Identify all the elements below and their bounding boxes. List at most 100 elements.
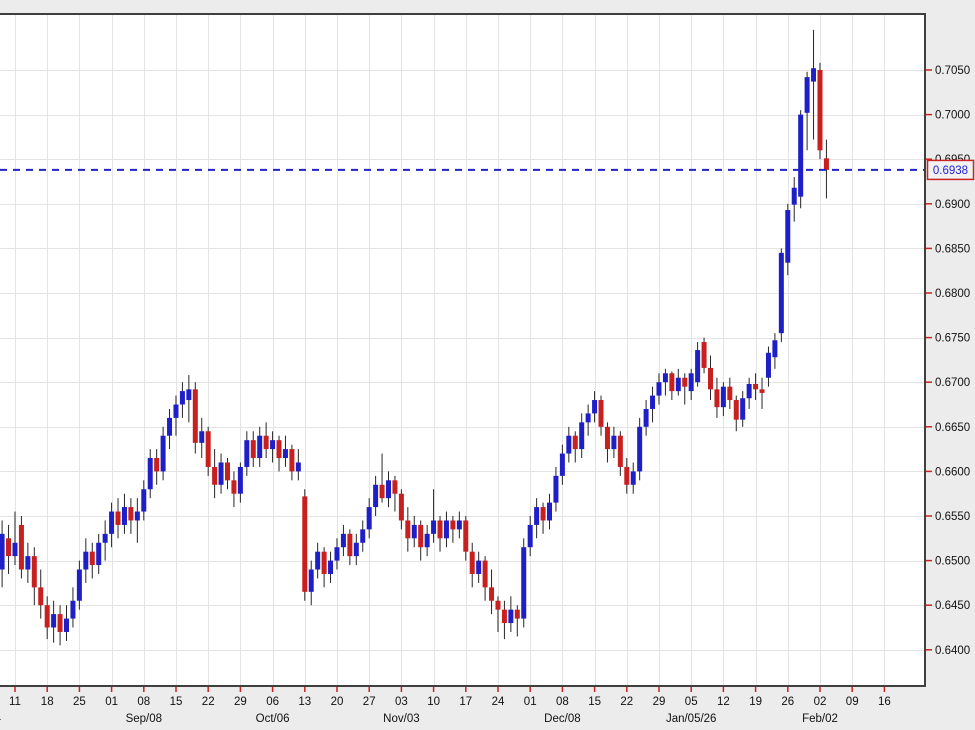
- candle-body-down: [322, 552, 327, 574]
- candle-body-up: [644, 409, 649, 427]
- candle-body-up: [412, 525, 417, 538]
- x-axis-month-label: Oct/06: [256, 713, 290, 725]
- candle-body-up: [792, 188, 797, 205]
- candle-body-down: [206, 431, 211, 467]
- candle-body-up: [334, 547, 339, 560]
- x-axis-day-label: 25: [73, 696, 86, 708]
- candle-body-up: [631, 471, 636, 484]
- candle-body-down: [58, 614, 63, 632]
- candle-body-up: [695, 350, 700, 382]
- candle-body-up: [161, 436, 166, 472]
- y-axis-label: 0.6800: [935, 288, 970, 300]
- candle-body-up: [199, 431, 204, 443]
- last-price-label: 0.6938: [933, 165, 968, 177]
- candle-body-down: [277, 440, 282, 458]
- y-axis-label: 0.7050: [935, 65, 970, 77]
- candle-body-down: [495, 601, 500, 610]
- candle-body-up: [663, 373, 668, 382]
- candle-body-down: [702, 342, 707, 368]
- candle-body-down: [251, 440, 256, 458]
- x-axis-day-label: 08: [137, 696, 150, 708]
- x-axis-day-label: 06: [266, 696, 279, 708]
- candle-body-up: [354, 543, 359, 556]
- candle-body-down: [380, 485, 385, 498]
- candle-body-up: [444, 520, 449, 538]
- candle-body-down: [463, 520, 468, 551]
- candle-body-down: [128, 507, 133, 520]
- candle-body-up: [141, 489, 146, 511]
- candle-body-up: [566, 436, 571, 454]
- candle-body-up: [650, 396, 655, 409]
- x-axis-day-label: 15: [170, 696, 183, 708]
- candle-body-up: [270, 440, 275, 449]
- candle-body-up: [676, 378, 681, 391]
- plot-area[interactable]: [0, 14, 926, 686]
- x-axis-day-label: 20: [331, 696, 344, 708]
- candle-body-down: [19, 525, 24, 570]
- candle-body-up: [785, 210, 790, 263]
- x-axis-day-label: 17: [459, 696, 472, 708]
- candle-body-down: [605, 427, 610, 449]
- candle-body-down: [753, 384, 758, 389]
- candle-body-up: [12, 543, 17, 556]
- y-axis-label: 0.6550: [935, 511, 970, 523]
- candlestick-chart-svg: 0.70500.70000.69500.69000.68500.68000.67…: [0, 0, 975, 730]
- x-axis-day-label: 16: [878, 696, 891, 708]
- x-axis-day-label: 03: [395, 696, 408, 708]
- y-axis-label: 0.6400: [935, 645, 970, 657]
- candle-body-up: [779, 253, 784, 333]
- candle-body-down: [6, 538, 11, 556]
- candle-body-up: [798, 115, 803, 197]
- y-axis-label: 0.6650: [935, 422, 970, 434]
- candle-body-up: [180, 391, 185, 404]
- candle-body-up: [611, 436, 616, 449]
- candle-body-up: [805, 77, 810, 113]
- candle-body-down: [264, 436, 269, 449]
- candle-body-up: [547, 503, 552, 521]
- x-axis-day-label: 13: [298, 696, 311, 708]
- candle-body-down: [599, 400, 604, 427]
- candle-body-up: [25, 556, 30, 569]
- candle-body-up: [766, 353, 771, 378]
- candle-body-down: [32, 556, 37, 587]
- candle-body-down: [193, 389, 198, 443]
- candle-body-down: [302, 496, 307, 591]
- candle-body-up: [360, 529, 365, 542]
- candle-body-down: [225, 462, 230, 480]
- candle-body-up: [425, 534, 430, 547]
- candle-body-down: [708, 368, 713, 389]
- y-axis-label: 0.6600: [935, 466, 970, 478]
- candle-body-up: [579, 422, 584, 449]
- candle-body-up: [309, 570, 314, 592]
- candle-body-down: [289, 449, 294, 471]
- candle-body-up: [772, 340, 777, 357]
- candle-body-up: [283, 449, 288, 458]
- candle-body-up: [296, 462, 301, 471]
- y-axis-label: 0.7000: [935, 110, 970, 122]
- candle-body-up: [70, 601, 75, 619]
- candle-body-down: [450, 520, 455, 529]
- candle-body-up: [328, 561, 333, 574]
- candle-body-up: [103, 534, 108, 543]
- x-axis-day-label: 18: [41, 696, 54, 708]
- candle-body-up: [656, 382, 661, 395]
- candle-body-up: [586, 413, 591, 422]
- candle-body-down: [515, 610, 520, 619]
- y-axis-label: 0.6500: [935, 556, 970, 568]
- y-axis-label: 0.6900: [935, 199, 970, 211]
- candle-body-down: [154, 458, 159, 471]
- candle-body-down: [212, 467, 217, 485]
- candle-body-up: [689, 373, 694, 391]
- candle-body-up: [96, 543, 101, 565]
- candle-body-down: [392, 480, 397, 493]
- candle-body-up: [77, 570, 82, 601]
- x-axis-day-label: 29: [234, 696, 247, 708]
- candle-body-down: [483, 561, 488, 588]
- candle-body-up: [431, 520, 436, 533]
- candle-body-up: [528, 525, 533, 547]
- candle-body-up: [457, 520, 462, 529]
- x-axis-day-label: 27: [363, 696, 376, 708]
- candle-body-down: [438, 520, 443, 538]
- candle-body-up: [373, 485, 378, 507]
- x-axis-month-label: Dec/08: [544, 713, 580, 725]
